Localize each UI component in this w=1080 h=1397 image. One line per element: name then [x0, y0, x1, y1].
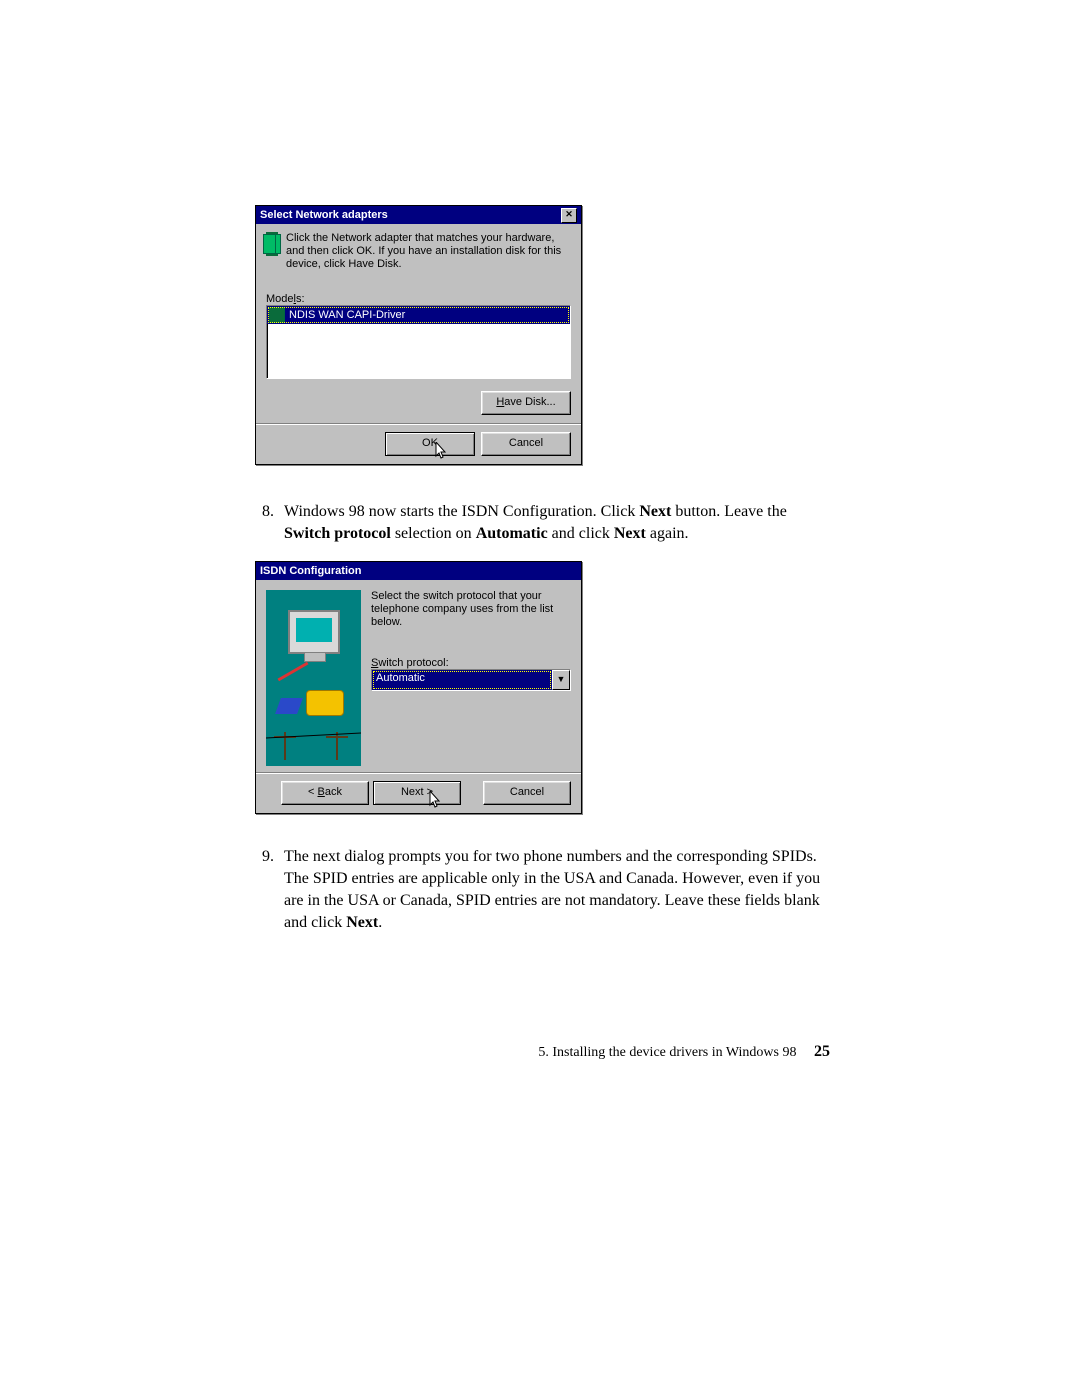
back-button[interactable]: < Back	[281, 781, 369, 805]
page-number: 25	[814, 1043, 830, 1060]
step-number: 9.	[250, 846, 274, 934]
step-8: 8. Windows 98 now starts the ISDN Config…	[250, 501, 830, 545]
switch-protocol-label: Switch protocol:	[371, 657, 571, 669]
dialog-titlebar: Select Network adapters ✕	[256, 206, 581, 224]
cancel-button[interactable]: Cancel	[483, 781, 571, 805]
dialog-titlebar: ISDN Configuration	[256, 562, 581, 580]
cancel-button[interactable]: Cancel	[481, 432, 571, 456]
dialog-title: ISDN Configuration	[260, 565, 361, 577]
isdn-configuration-dialog: ISDN Configuration Select the switch pro…	[255, 561, 582, 814]
dialog-title: Select Network adapters	[260, 209, 388, 221]
have-disk-button[interactable]: Have Disk...	[481, 391, 571, 415]
models-listbox[interactable]: NDIS WAN CAPI-Driver	[266, 305, 571, 379]
switch-protocol-dropdown[interactable]: Automatic ▼	[371, 669, 571, 691]
dropdown-value: Automatic	[372, 670, 552, 690]
list-item-label: NDIS WAN CAPI-Driver	[289, 309, 405, 321]
dialog-prompt-text: Select the switch protocol that your tel…	[371, 590, 571, 629]
list-item[interactable]: NDIS WAN CAPI-Driver	[267, 306, 570, 324]
page-content: Select Network adapters ✕ Click the Netw…	[250, 205, 830, 950]
driver-icon	[269, 307, 285, 323]
select-network-adapters-dialog: Select Network adapters ✕ Click the Netw…	[255, 205, 582, 465]
step-number: 8.	[250, 501, 274, 545]
dialog-hint-text: Click the Network adapter that matches y…	[286, 232, 571, 271]
page-footer: 5. Installing the device drivers in Wind…	[300, 1043, 830, 1061]
ok-button[interactable]: OK	[385, 432, 475, 456]
footer-section: 5. Installing the device drivers in Wind…	[538, 1045, 796, 1060]
step-body: The next dialog prompts you for two phon…	[284, 846, 830, 934]
next-button[interactable]: Next >	[373, 781, 461, 805]
close-icon[interactable]: ✕	[561, 208, 577, 223]
step-body: Windows 98 now starts the ISDN Configura…	[284, 501, 830, 545]
models-label: Models:	[266, 293, 571, 305]
step-9: 9. The next dialog prompts you for two p…	[250, 846, 830, 934]
wizard-image	[266, 590, 361, 766]
chevron-down-icon[interactable]: ▼	[552, 670, 570, 690]
adapter-icon	[266, 232, 278, 256]
